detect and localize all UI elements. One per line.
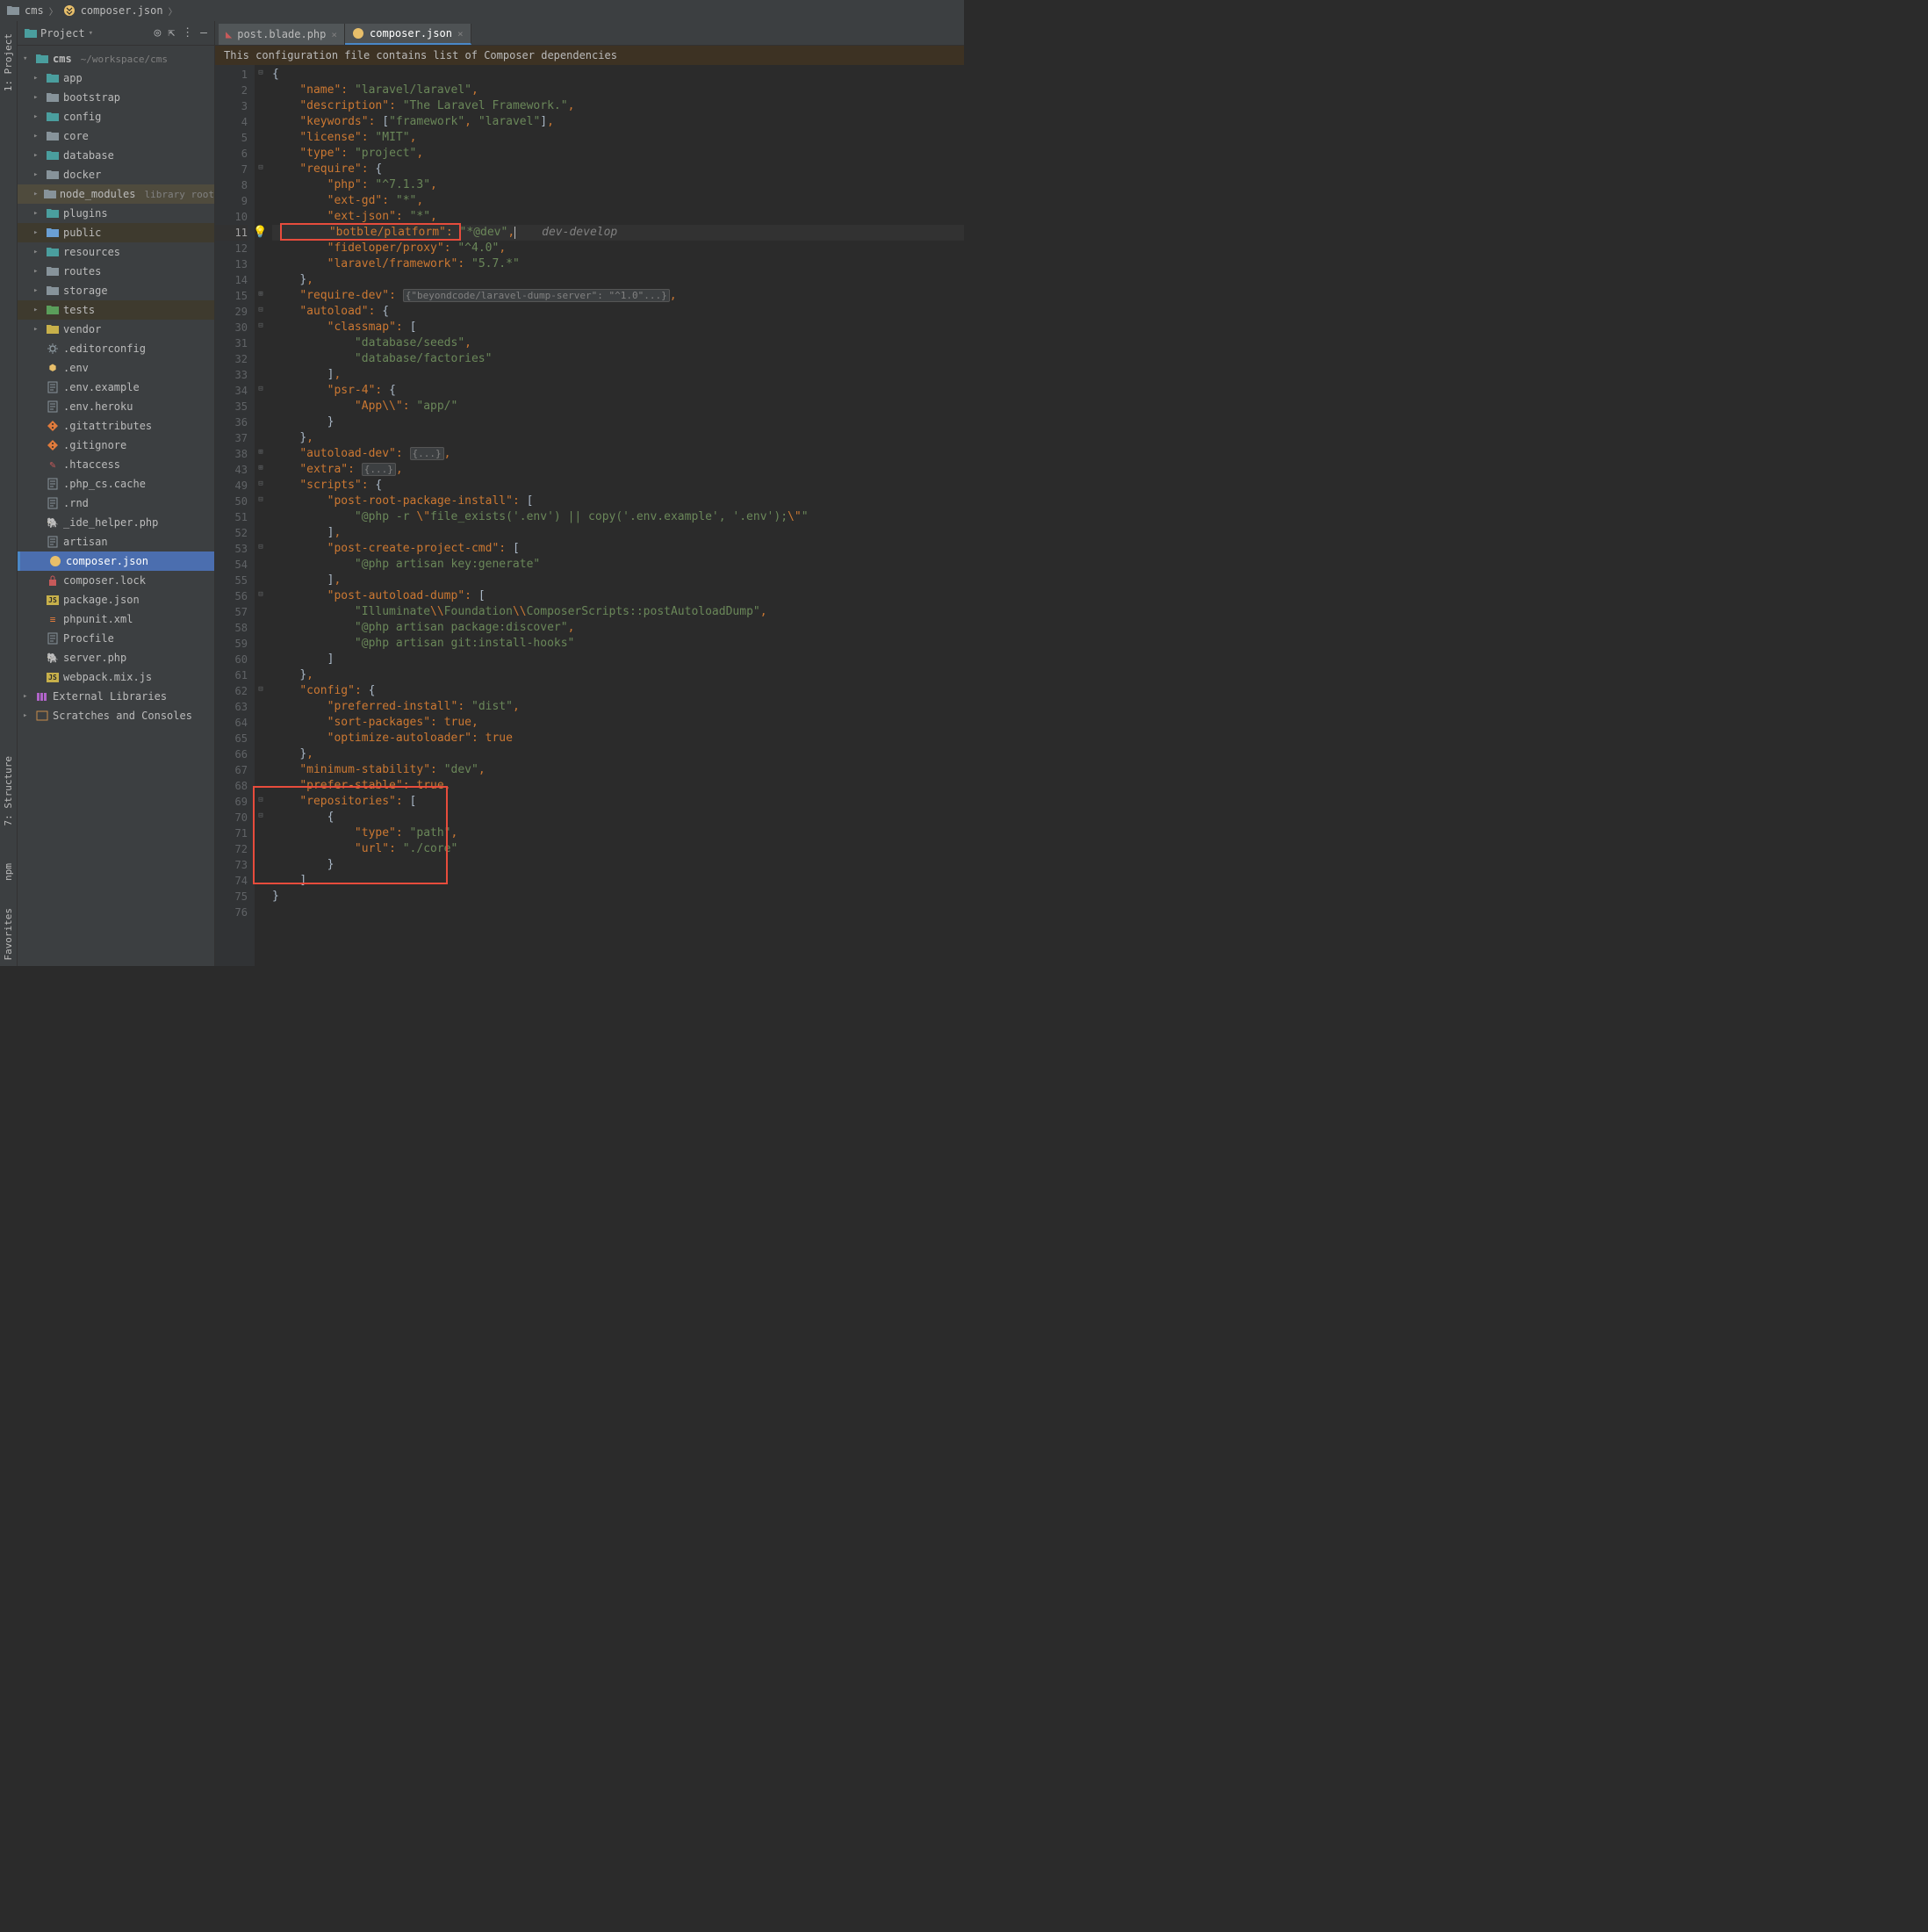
breadcrumb: cms 〉 composer.json 〉: [0, 0, 964, 21]
tree-folder[interactable]: ▸tests: [18, 300, 214, 320]
tree-file[interactable]: .env.heroku: [18, 397, 214, 416]
tree-file[interactable]: JSpackage.json: [18, 590, 214, 609]
editor-tab[interactable]: composer.json×: [345, 24, 471, 45]
chevron-right-icon: 〉: [49, 4, 58, 18]
tree-folder[interactable]: ▸routes: [18, 262, 214, 281]
tree-folder[interactable]: ▸storage: [18, 281, 214, 300]
tab-project[interactable]: 1: Project: [1, 28, 16, 97]
tree-file[interactable]: ⬢.env: [18, 358, 214, 378]
tree-file[interactable]: .gitattributes: [18, 416, 214, 436]
tree-folder[interactable]: ▸resources: [18, 242, 214, 262]
project-tree: ▾ cms ~/workspace/cms ▸app▸bootstrap▸con…: [18, 46, 214, 966]
close-icon[interactable]: ×: [331, 29, 337, 40]
tree-section[interactable]: ▸Scratches and Consoles: [18, 706, 214, 725]
tree-file[interactable]: artisan: [18, 532, 214, 551]
tree-file[interactable]: composer.json: [18, 551, 214, 571]
target-icon[interactable]: ◎: [155, 26, 162, 40]
sidebar-header: Project ▾ ◎ ⇱ ⋮ —: [18, 21, 214, 46]
tree-folder[interactable]: ▸core: [18, 126, 214, 146]
editor-area: ◣post.blade.php×composer.json× This conf…: [215, 21, 964, 966]
tree-file[interactable]: .php_cs.cache: [18, 474, 214, 494]
editor-tab[interactable]: ◣post.blade.php×: [219, 24, 345, 45]
tree-file[interactable]: Procfile: [18, 629, 214, 648]
tab-npm[interactable]: npm: [1, 858, 16, 886]
tree-file[interactable]: composer.lock: [18, 571, 214, 590]
tree-file[interactable]: ✎.htaccess: [18, 455, 214, 474]
project-dropdown[interactable]: Project ▾: [25, 27, 93, 40]
tree-root[interactable]: ▾ cms ~/workspace/cms: [18, 49, 214, 68]
tree-file[interactable]: ≡phpunit.xml: [18, 609, 214, 629]
tree-folder[interactable]: ▸node_moduleslibrary root: [18, 184, 214, 204]
folder-icon: [7, 4, 19, 17]
tree-folder[interactable]: ▸public: [18, 223, 214, 242]
composer-icon: [63, 4, 76, 17]
tree-file[interactable]: JSwebpack.mix.js: [18, 667, 214, 687]
project-sidebar: Project ▾ ◎ ⇱ ⋮ — ▾ cms ~/workspace/cms …: [18, 21, 215, 966]
tree-folder[interactable]: ▸vendor: [18, 320, 214, 339]
breadcrumb-item[interactable]: cms: [25, 4, 44, 17]
breadcrumb-item[interactable]: composer.json: [81, 4, 163, 17]
tree-folder[interactable]: ▸plugins: [18, 204, 214, 223]
tree-folder[interactable]: ▸config: [18, 107, 214, 126]
left-tool-tabs: 1: Project 7: Structure npm Favorites: [0, 21, 18, 966]
tree-file[interactable]: .env.example: [18, 378, 214, 397]
tree-file[interactable]: 🐘server.php: [18, 648, 214, 667]
tree-file[interactable]: 🐘_ide_helper.php: [18, 513, 214, 532]
chevron-right-icon: 〉: [169, 4, 177, 18]
collapse-icon[interactable]: ⇱: [168, 26, 175, 40]
tree-folder[interactable]: ▸app: [18, 68, 214, 88]
hide-icon[interactable]: —: [200, 26, 207, 40]
tab-structure[interactable]: 7: Structure: [1, 751, 16, 831]
tree-folder[interactable]: ▸docker: [18, 165, 214, 184]
tree-folder[interactable]: ▸bootstrap: [18, 88, 214, 107]
editor-tabs: ◣post.blade.php×composer.json×: [215, 21, 964, 46]
tab-favorites[interactable]: Favorites: [1, 903, 16, 966]
more-icon[interactable]: ⋮: [182, 26, 193, 40]
close-icon[interactable]: ×: [457, 28, 464, 40]
code-editor[interactable]: 1234567891011121314152930313233343536373…: [215, 65, 964, 966]
tree-file[interactable]: .editorconfig: [18, 339, 214, 358]
tree-file[interactable]: .rnd: [18, 494, 214, 513]
tree-section[interactable]: ▸External Libraries: [18, 687, 214, 706]
tree-folder[interactable]: ▸database: [18, 146, 214, 165]
banner: This configuration file contains list of…: [215, 46, 964, 65]
tree-file[interactable]: .gitignore: [18, 436, 214, 455]
